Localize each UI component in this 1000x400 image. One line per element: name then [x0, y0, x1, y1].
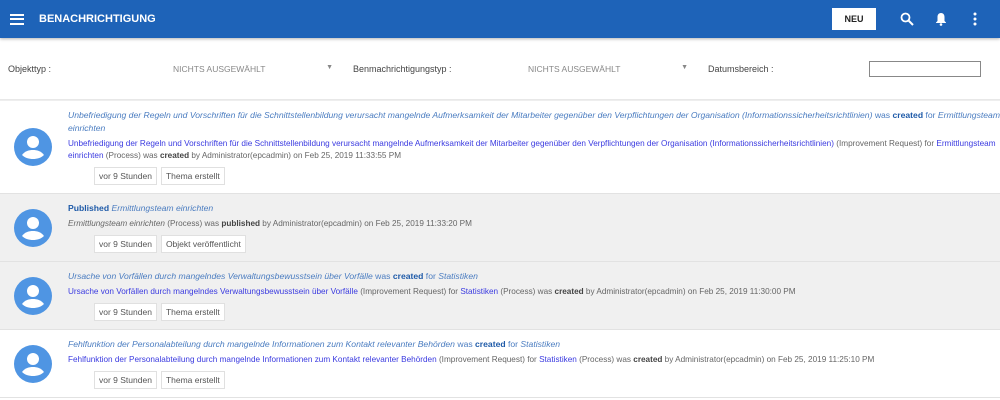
notification-item[interactable]: Unbefriedigung der Regeln und Vorschrift… — [0, 101, 1000, 194]
text-segment: by Administrator(epcadmin) on Feb 25, 20… — [189, 151, 402, 160]
search-icon[interactable] — [892, 4, 922, 34]
notification-title: Ursache von Vorfällen durch mangelndes V… — [68, 270, 796, 283]
more-vert-icon[interactable] — [960, 4, 990, 34]
object-link[interactable]: Unbefriedigung der Regeln und Vorschrift… — [68, 139, 834, 148]
text-segment: for — [423, 271, 439, 281]
text-segment: published — [221, 219, 261, 228]
text-segment: (Process) was — [164, 219, 222, 228]
type-badge: Thema erstellt — [160, 167, 225, 185]
object-link[interactable]: Statistiken — [460, 287, 498, 296]
time-badge: vor 9 Stunden — [94, 303, 157, 321]
bell-icon[interactable] — [926, 4, 956, 34]
text-segment: created — [554, 287, 584, 296]
avatar — [14, 128, 52, 166]
notification-type-label: Benmachrichtigungstyp : — [353, 63, 452, 74]
notification-type-value: NICHTS AUSGEWÄHLT — [528, 63, 621, 74]
text-segment: created — [475, 339, 506, 349]
object-link[interactable]: Statistiken — [520, 339, 560, 349]
text-segment: (Process) was — [103, 151, 160, 160]
object-link[interactable]: Fehlfunktion der Personalabteilung durch… — [68, 355, 437, 364]
object-link[interactable]: Ermittlungsteam einrichten — [111, 203, 213, 213]
text-segment: for — [505, 339, 521, 349]
date-range-label: Datumsbereich : — [708, 63, 774, 74]
text-segment: (Improvement Request) for — [436, 355, 540, 364]
page-title: BENACHRICHTIGUNG — [39, 13, 156, 25]
notification-item[interactable]: Fehlfunktion der Personalabteilung durch… — [0, 330, 1000, 398]
filter-bar: Objekttyp : NICHTS AUSGEWÄHLT ▼ Benmachri… — [0, 38, 1000, 100]
notification-title: Fehlfunktion der Personalabteilung durch… — [68, 338, 874, 351]
object-link[interactable]: Statistiken — [539, 355, 577, 364]
object-link[interactable]: Fehlfunktion der Personalabteilung durch… — [68, 339, 455, 349]
text-segment: (Improvement Request) for — [357, 287, 461, 296]
notification-type-select[interactable]: NICHTS AUSGEWÄHLT ▼ — [528, 64, 688, 74]
text-segment: (Process) was — [498, 287, 555, 296]
text-segment: created — [892, 110, 924, 120]
text-segment: created — [159, 151, 190, 160]
menu-icon[interactable] — [10, 13, 24, 25]
date-range-input[interactable] — [868, 60, 981, 77]
notification-detail: Ursache von Vorfällen durch mangelndes V… — [68, 286, 796, 298]
time-badge: vor 9 Stunden — [94, 371, 157, 389]
type-badge: Thema erstellt — [160, 303, 225, 321]
notification-item[interactable]: Ursache von Vorfällen durch mangelndes V… — [0, 262, 1000, 330]
notification-detail: Unbefriedigung der Regeln und Vorschrift… — [68, 138, 1000, 162]
type-badge: Objekt veröffentlicht — [160, 235, 246, 253]
text-segment: Published — [68, 203, 110, 213]
avatar — [14, 276, 52, 315]
object-link[interactable]: Ursache von Vorfällen durch mangelndes V… — [68, 271, 373, 281]
text-segment: by Administrator(epcadmin) on Feb 25, 20… — [260, 219, 472, 228]
text-segment: by Administrator(epcadmin) on Feb 25, 20… — [662, 355, 875, 364]
type-badge: Thema erstellt — [160, 371, 225, 389]
text-segment: created — [633, 355, 663, 364]
text-segment: for — [923, 110, 938, 120]
caret-down-icon: ▼ — [326, 63, 333, 71]
time-badge: vor 9 Stunden — [94, 167, 157, 185]
text-segment: was — [454, 339, 476, 349]
notification-item[interactable]: Published Ermittlungsteam einrichten Ermi… — [0, 194, 1000, 262]
text-segment: was — [872, 110, 893, 120]
notification-title: Unbefriedigung der Regeln und Vorschrift… — [68, 109, 1000, 135]
notification-detail: Ermittlungsteam einrichten (Process) was… — [68, 218, 472, 230]
object-type-select[interactable]: NICHTS AUSGEWÄHLT ▼ — [173, 64, 333, 74]
object-link[interactable]: Unbefriedigung der Regeln und Vorschrift… — [68, 110, 872, 120]
text-segment: (Process) was — [576, 355, 634, 364]
text-segment: (Improvement Request) for — [833, 139, 937, 148]
text-segment: Ermittlungsteam einrichten — [68, 219, 165, 228]
notification-detail: Fehlfunktion der Personalabteilung durch… — [68, 354, 874, 366]
object-link[interactable]: Ursache von Vorfällen durch mangelndes V… — [68, 287, 358, 296]
object-type-label: Objekttyp : — [8, 63, 52, 74]
time-badge: vor 9 Stunden — [94, 235, 157, 253]
notification-list: Unbefriedigung der Regeln und Vorschrift… — [0, 100, 1000, 398]
notification-title: Published Ermittlungsteam einrichten — [68, 202, 472, 215]
new-button[interactable]: NEU — [832, 8, 876, 30]
avatar — [14, 344, 52, 383]
object-link[interactable]: Statistiken — [438, 271, 478, 281]
app-header: BENACHRICHTIGUNG NEU — [0, 0, 1000, 38]
avatar — [14, 208, 52, 247]
caret-down-icon: ▼ — [681, 63, 688, 71]
text-segment: created — [392, 271, 424, 281]
text-segment: by Administrator(epcadmin) on Feb 25, 20… — [583, 287, 796, 296]
text-segment: was — [372, 271, 393, 281]
object-type-value: NICHTS AUSGEWÄHLT — [173, 63, 266, 74]
